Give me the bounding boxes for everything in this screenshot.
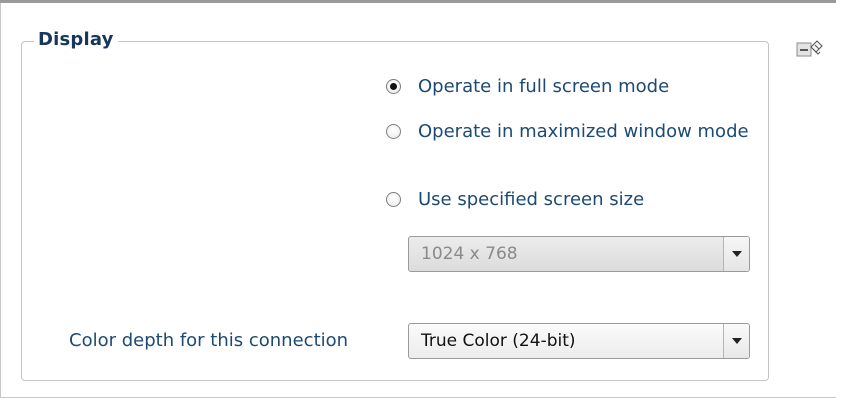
radio-button-icon[interactable]: [386, 192, 401, 207]
screen-size-select[interactable]: 1024 x 768: [408, 236, 750, 272]
radio-label-specified-size: Use specified screen size: [418, 189, 645, 210]
radio-label-maximized-window: Operate in maximized window mode: [418, 121, 749, 142]
screen-size-dropdown-button[interactable]: [723, 237, 749, 271]
display-group-title: Display: [34, 28, 118, 52]
radio-option-maximized-window[interactable]: Operate in maximized window mode: [386, 120, 758, 144]
display-settings-panel: Display Operate in full screen mode Oper…: [0, 0, 842, 403]
chevron-down-icon: [731, 251, 742, 257]
radio-label-full-screen: Operate in full screen mode: [418, 76, 670, 97]
color-depth-dropdown-button[interactable]: [723, 324, 749, 358]
left-divider: [0, 3, 1, 398]
collapse-section-icon[interactable]: [796, 39, 824, 61]
bottom-divider: [0, 397, 836, 398]
radio-option-full-screen[interactable]: Operate in full screen mode: [386, 75, 669, 99]
top-divider: [0, 0, 836, 3]
color-depth-value: True Color (24-bit): [421, 331, 576, 351]
chevron-down-icon: [731, 338, 742, 344]
color-depth-select[interactable]: True Color (24-bit): [408, 323, 750, 359]
radio-button-checked-icon[interactable]: [386, 79, 401, 94]
radio-option-specified-size[interactable]: Use specified screen size: [386, 188, 644, 212]
color-depth-label: Color depth for this connection: [69, 330, 349, 351]
radio-button-icon[interactable]: [386, 124, 401, 139]
screen-size-value: 1024 x 768: [421, 244, 518, 264]
